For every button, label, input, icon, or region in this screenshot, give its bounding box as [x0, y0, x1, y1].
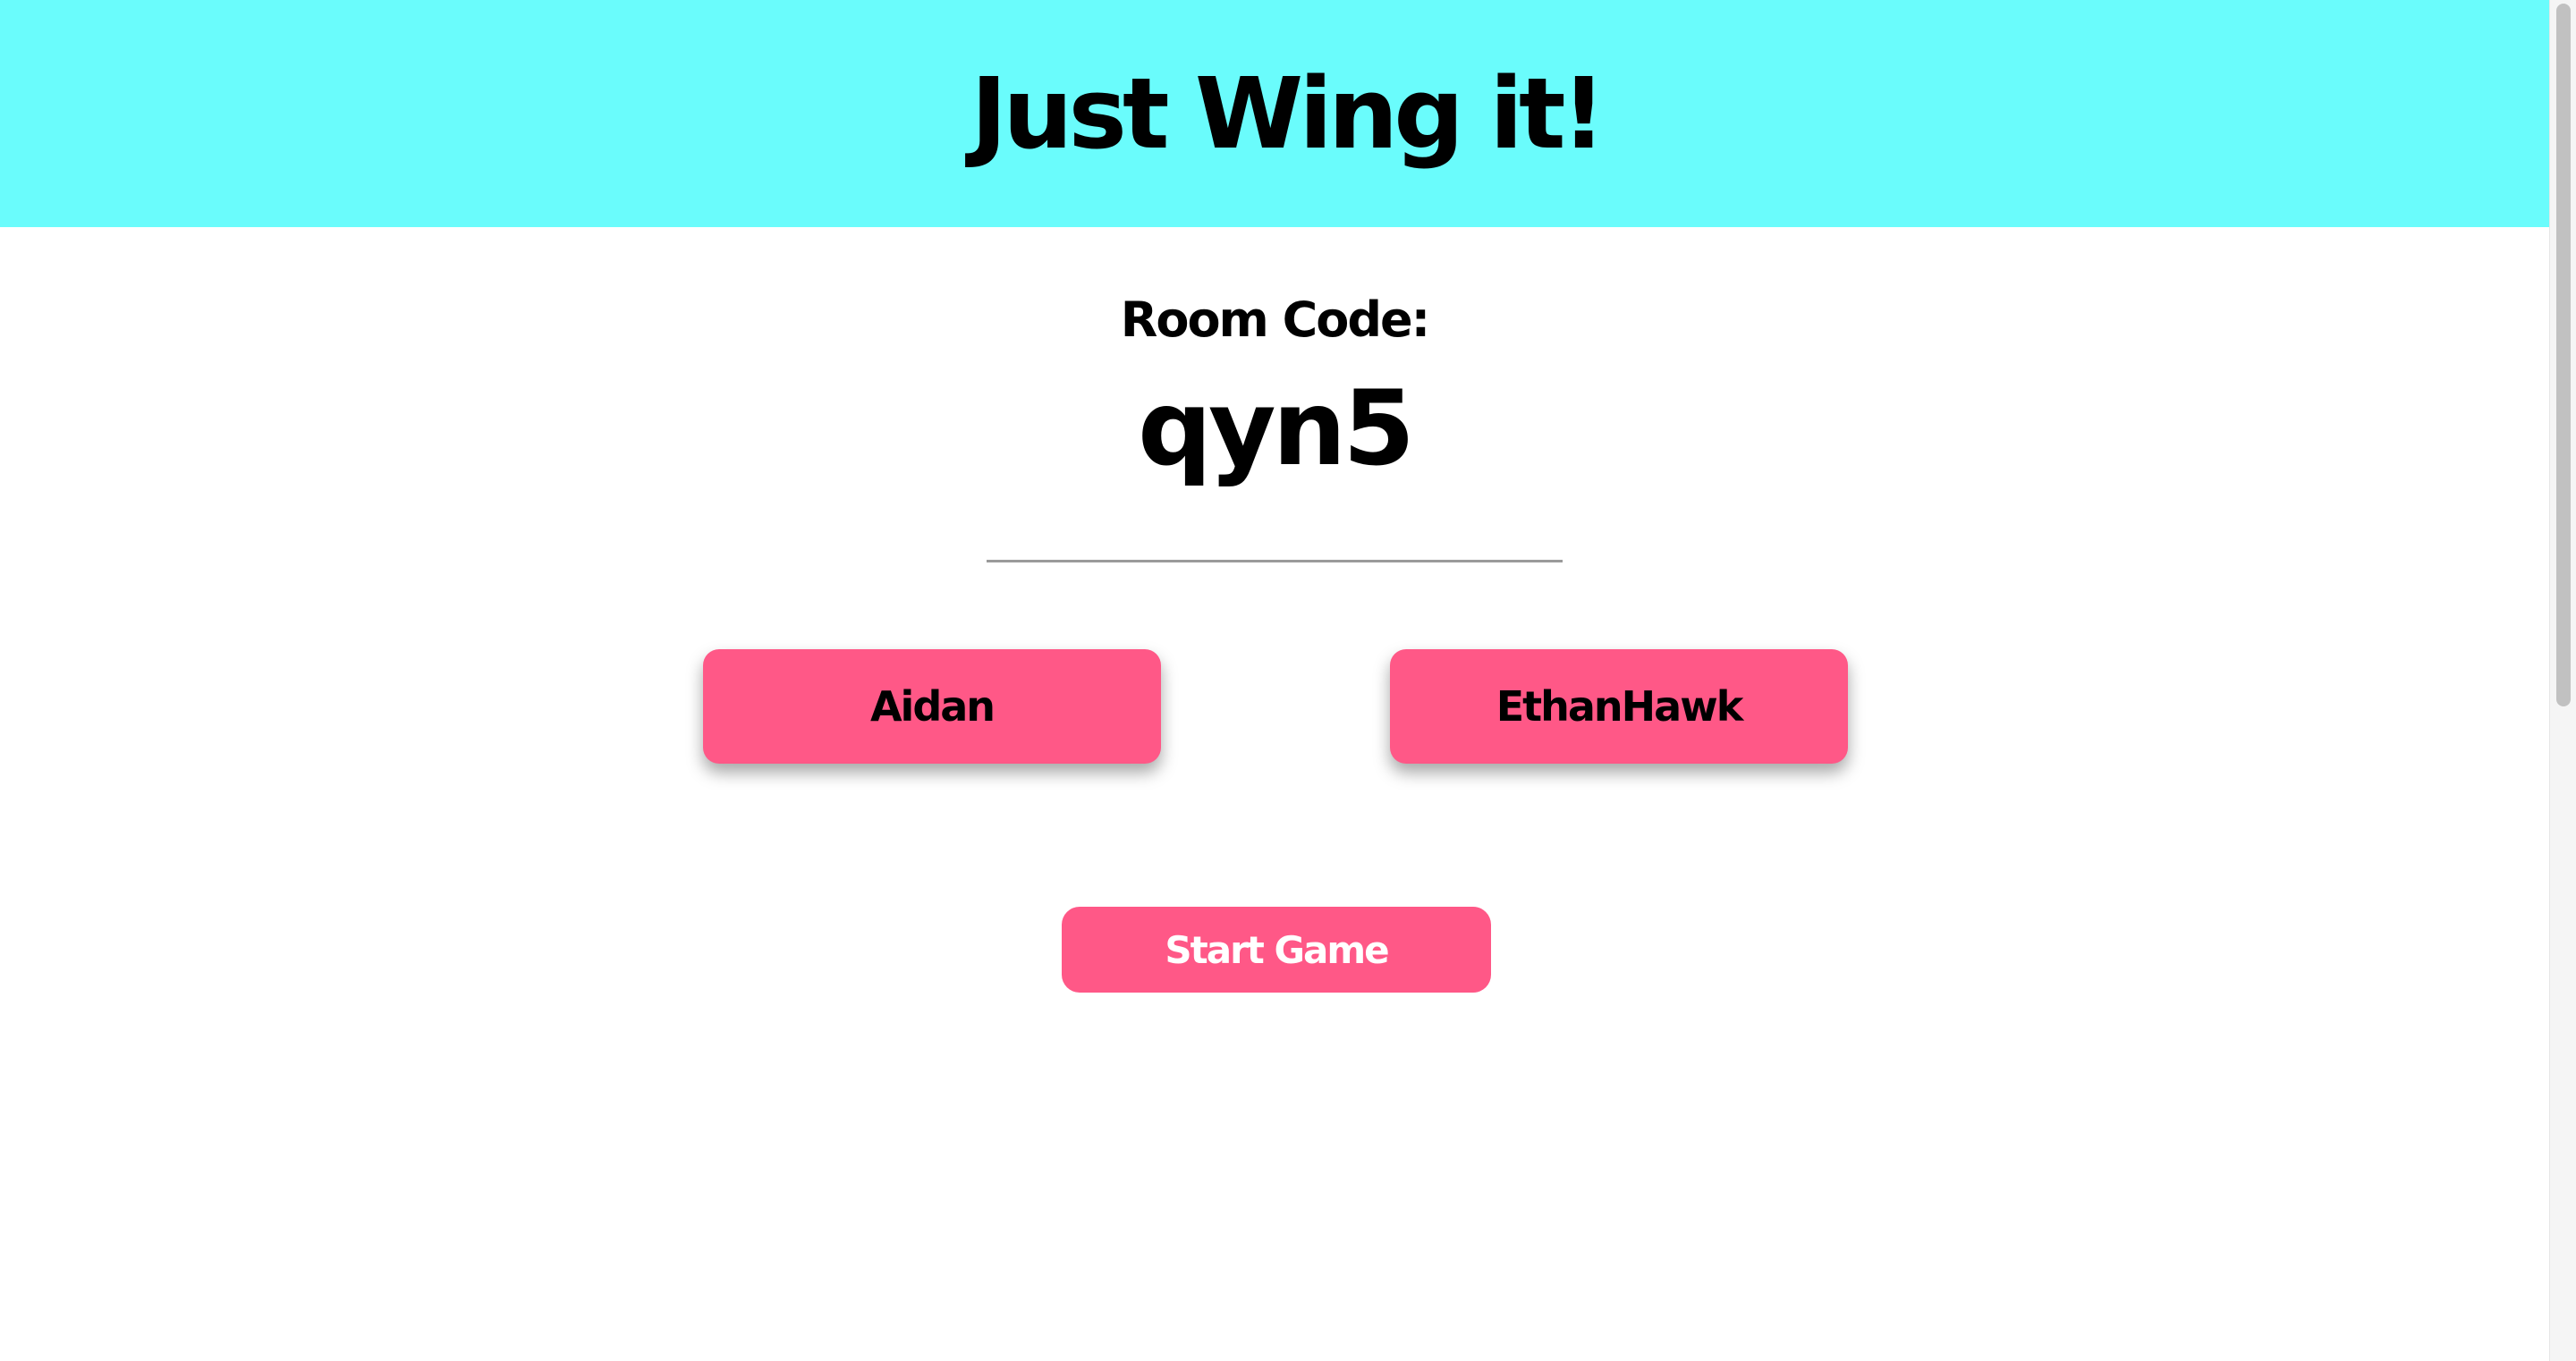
player-card-ethanhawk: EthanHawk — [1390, 649, 1848, 764]
divider — [987, 560, 1563, 562]
start-game-label: Start Game — [1165, 927, 1389, 972]
lobby-page: Just Wing it! Room Code: qyn5 Aidan Etha… — [0, 0, 2549, 1361]
room-code-value: qyn5 — [1138, 368, 1415, 489]
player-name: EthanHawk — [1496, 682, 1744, 731]
start-game-button[interactable]: Start Game — [1062, 907, 1491, 993]
scrollbar-thumb[interactable] — [2556, 4, 2571, 706]
room-code-label: Room Code: — [1120, 292, 1430, 348]
player-name: Aidan — [869, 682, 996, 731]
vertical-scrollbar[interactable] — [2549, 0, 2576, 1361]
app-title: Just Wing it! — [970, 56, 1606, 171]
app-header: Just Wing it! — [0, 0, 2549, 227]
player-card-aidan: Aidan — [703, 649, 1161, 764]
